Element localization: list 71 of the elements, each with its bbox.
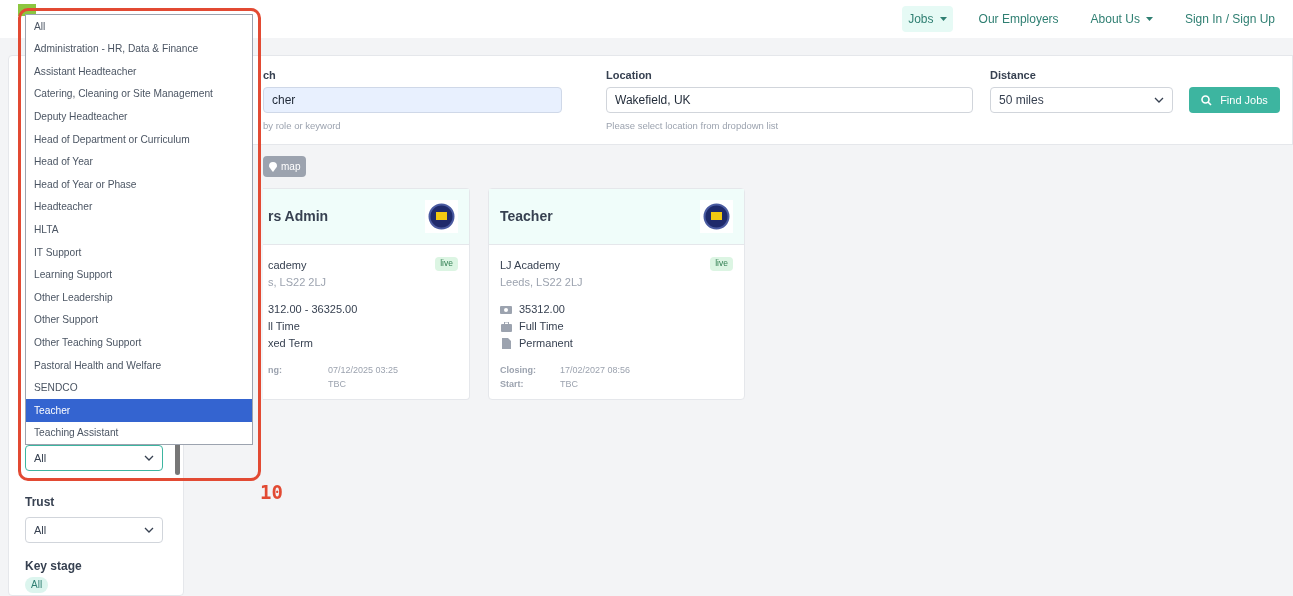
- dropdown-option[interactable]: Other Teaching Support: [26, 331, 252, 354]
- status-badge: live: [435, 257, 458, 271]
- status-badge: live: [710, 257, 733, 271]
- dropdown-option[interactable]: Head of Year or Phase: [26, 173, 252, 196]
- dropdown-option[interactable]: Head of Year: [26, 150, 252, 174]
- job-detail: 35312.00: [519, 302, 565, 318]
- chevron-down-icon: [144, 455, 154, 461]
- dropdown-option[interactable]: Deputy Headteacher: [26, 105, 252, 128]
- dropdown-option[interactable]: Catering, Cleaning or Site Management: [26, 82, 252, 106]
- nav-link[interactable]: Jobs: [902, 6, 953, 32]
- date-label: Start:: [500, 378, 524, 391]
- field-label: Distance: [990, 68, 1036, 83]
- trust-select[interactable]: All: [25, 517, 163, 543]
- job-location: Leeds, LS22 2LJ: [500, 274, 583, 290]
- caret-icon: [1145, 17, 1153, 21]
- field-hint: Please select location from dropdown list: [606, 119, 779, 133]
- company-name: LJ Academy: [500, 258, 560, 273]
- chevron-down-icon: [144, 527, 154, 533]
- dropdown-option[interactable]: Teacher: [26, 399, 252, 422]
- distance-select[interactable]: 50 miles: [990, 87, 1173, 113]
- job-detail: xed Term: [268, 336, 314, 352]
- field-label: ch: [263, 68, 276, 83]
- field-label: Location: [606, 68, 652, 83]
- date-label: Closing:: [500, 364, 536, 377]
- field-hint: by role or keyword: [263, 119, 341, 133]
- school-crest-icon: [700, 200, 733, 233]
- dropdown-option[interactable]: Administration - HR, Data & Finance: [26, 37, 252, 61]
- job-location: s, LS22 2LJ: [268, 274, 327, 290]
- job-card[interactable]: rs Admin cademy live s, LS22 2LJ 312.00 - 36325.00 ll Time xed Term ng: 07/12/2025 03:25 TBC: [263, 188, 470, 400]
- job-title: rs Admin: [268, 207, 329, 226]
- input-field[interactable]: cher: [263, 87, 562, 113]
- step-number: 10: [260, 480, 283, 505]
- banknote-icon: [500, 305, 512, 314]
- document-icon: [501, 338, 511, 349]
- job-detail: Permanent: [519, 336, 573, 352]
- dropdown-option[interactable]: IT Support: [26, 240, 252, 264]
- briefcase-icon: [500, 321, 512, 332]
- date-label: ng:: [268, 364, 282, 377]
- filter-label: Key stage: [25, 558, 82, 575]
- dropdown-option[interactable]: Teaching Assistant: [26, 421, 252, 445]
- company-name: cademy: [268, 258, 307, 273]
- dropdown-option[interactable]: Other Support: [26, 308, 252, 332]
- dropdown-option[interactable]: Pastoral Health and Welfare: [26, 353, 252, 377]
- job-detail: ll Time: [268, 319, 300, 335]
- chevron-down-icon: [1154, 97, 1164, 103]
- input-field[interactable]: Wakefield, UK: [606, 87, 973, 113]
- filter-label: Trust: [25, 494, 55, 511]
- dropdown-option[interactable]: Headteacher: [26, 195, 252, 219]
- start-date: TBC: [328, 378, 346, 391]
- dropdown-option[interactable]: HLTA: [26, 218, 252, 241]
- search-icon: [1201, 94, 1213, 106]
- key-stage-chip[interactable]: All: [25, 577, 49, 593]
- closing-date: 17/02/2027 08:56: [560, 364, 631, 377]
- dropdown-option[interactable]: All: [26, 15, 252, 38]
- school-crest-icon: [425, 200, 458, 233]
- nav-link[interactable]: Sign In / Sign Up: [1178, 6, 1281, 32]
- job-detail: Full Time: [519, 319, 564, 335]
- caret-icon: [939, 17, 947, 21]
- dropdown-option[interactable]: Assistant Headteacher: [26, 60, 252, 83]
- start-date: TBC: [560, 378, 578, 391]
- closing-date: 07/12/2025 03:25: [328, 364, 399, 377]
- nav-link[interactable]: About Us: [1084, 6, 1159, 32]
- dropdown-option[interactable]: Learning Support: [26, 263, 252, 287]
- job-detail: 312.00 - 36325.00: [268, 302, 358, 318]
- job-card[interactable]: Teacher LJ Academy live Leeds, LS22 2LJ 35312.00 Full Time Permanent Closing: 17/02/2027 08:56 Start: TBC: [488, 188, 745, 400]
- job-title: Teacher: [500, 207, 553, 226]
- dropdown-option[interactable]: Other Leadership: [26, 286, 252, 309]
- map-pin-icon: [269, 161, 277, 172]
- dropdown-option[interactable]: Head of Department or Curriculum: [26, 127, 252, 151]
- nav-link[interactable]: Our Employers: [972, 6, 1065, 32]
- dropdown-option[interactable]: SENDCO: [26, 376, 252, 400]
